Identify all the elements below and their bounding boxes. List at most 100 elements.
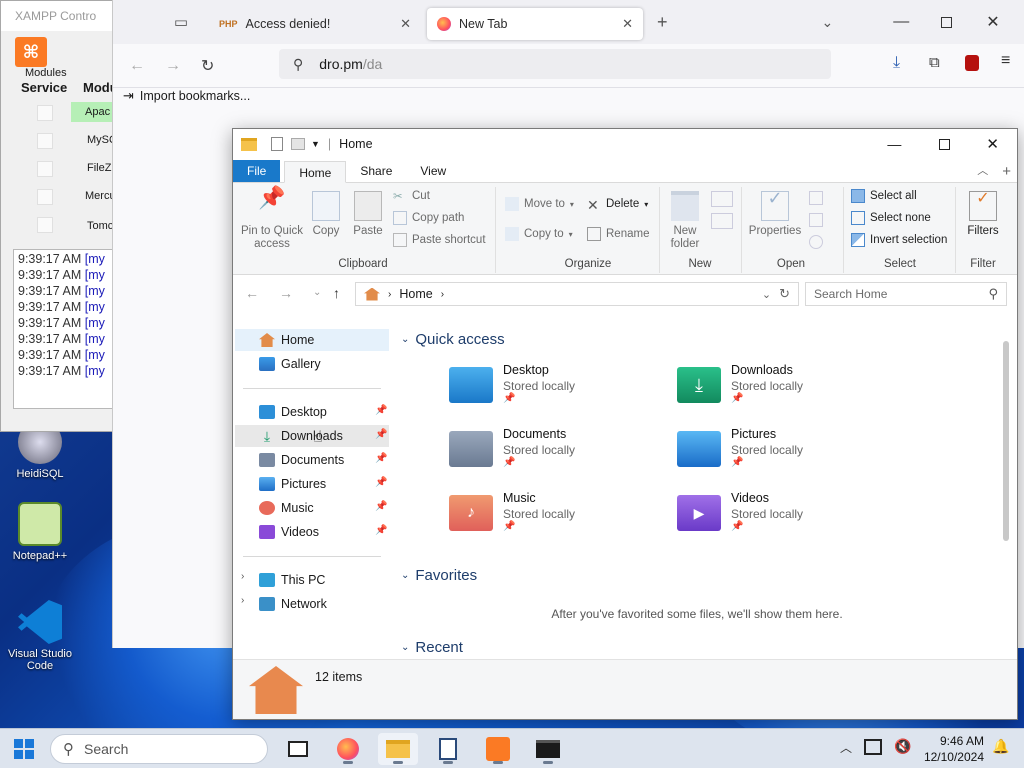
tab-file[interactable]: File (233, 160, 281, 182)
copy-button[interactable]: Copy (309, 191, 343, 238)
nav-item-pictures[interactable]: Pictures (259, 473, 326, 495)
reload-icon[interactable]: ↻ (201, 56, 214, 76)
section-quick-access[interactable]: ⌄ Quick access (401, 331, 505, 348)
url-bar[interactable]: ⚲ dro.pm/da (279, 49, 831, 79)
clock[interactable]: 9:46 AM 12/10/2024 (924, 733, 984, 765)
menu-icon[interactable]: ≡ (1001, 52, 1010, 70)
paste-button[interactable]: Paste (351, 191, 385, 238)
copy-path-button[interactable]: Copy path (393, 211, 464, 225)
properties-button[interactable]: ✓ Properties (747, 189, 803, 238)
expand-chevron-icon[interactable]: › (241, 595, 244, 606)
up-icon[interactable]: ↑ (333, 285, 340, 301)
nav-item-downloads[interactable]: ⤓ Downloads (259, 425, 343, 447)
properties-qat-icon[interactable] (271, 137, 283, 151)
select-none-button[interactable]: Select none (851, 211, 931, 225)
taskbar-terminal[interactable] (528, 733, 568, 765)
taskbar-xampp[interactable] (478, 733, 518, 765)
help-plus-icon[interactable]: + (1002, 163, 1011, 180)
back-icon[interactable]: ← (245, 285, 259, 301)
back-icon[interactable]: ← (129, 57, 145, 75)
delete-button[interactable]: ✕ Delete ▾ (587, 197, 648, 213)
tab-view[interactable]: View (406, 160, 460, 182)
paste-shortcut-button[interactable]: Paste shortcut (393, 233, 486, 247)
qa-item-pictures[interactable]: Pictures Stored locally 📌 (677, 427, 877, 468)
tab-share[interactable]: Share (346, 160, 406, 182)
notification-bell-icon[interactable]: 🔔 (992, 738, 1009, 755)
minimize-icon[interactable]: — (887, 136, 901, 152)
maximize-icon[interactable] (939, 138, 951, 150)
taskbar-file-explorer[interactable] (378, 733, 418, 765)
address-dropdown-icon[interactable]: ⌄ (762, 288, 771, 301)
cut-button[interactable]: ✂ Cut (393, 189, 430, 203)
filters-button[interactable]: ✓ Filters (963, 191, 1003, 238)
breadcrumb-home[interactable]: Home (399, 287, 432, 301)
desktop-icon-notepadpp[interactable]: Notepad++ (0, 502, 80, 562)
new-folder-qat-icon[interactable] (291, 138, 305, 150)
nav-item-desktop[interactable]: Desktop (259, 401, 327, 423)
qat-dropdown-icon[interactable]: ▼ (311, 139, 320, 149)
qa-item-downloads[interactable]: ⤓ Downloads Stored locally 📌 (677, 363, 877, 404)
network-status-icon[interactable] (864, 739, 882, 755)
search-box[interactable]: Search Home ⚲ (805, 282, 1007, 306)
refresh-icon[interactable]: ↻ (779, 286, 790, 302)
nav-item-this-pc[interactable]: This PC (259, 569, 325, 591)
start-button[interactable] (14, 739, 34, 759)
nav-item-network[interactable]: Network (259, 593, 327, 615)
taskbar-search[interactable]: ⚲ Search (50, 734, 268, 764)
qa-item-desktop[interactable]: Desktop Stored locally 📌 (449, 363, 649, 404)
service-checkbox[interactable] (37, 189, 53, 205)
close-icon[interactable]: ✕ (400, 16, 411, 32)
forward-icon[interactable]: → (279, 285, 293, 301)
qa-item-music[interactable]: ♪ Music Stored locally 📌 (449, 491, 649, 532)
select-all-button[interactable]: Select all (851, 189, 917, 203)
copy-to-button[interactable]: Copy to ▾ (505, 227, 573, 241)
service-checkbox[interactable] (37, 105, 53, 121)
tab-home[interactable]: Home (284, 161, 347, 183)
tab-new-tab[interactable]: New Tab ✕ (427, 8, 643, 40)
invert-selection-button[interactable]: Invert selection (851, 233, 947, 247)
forward-icon[interactable]: → (165, 57, 181, 75)
close-window-icon[interactable]: ✕ (986, 135, 999, 153)
ublock-icon[interactable] (965, 55, 979, 71)
nav-item-videos[interactable]: Videos (259, 521, 319, 543)
bookmarks-toolbar[interactable]: ⇥ Import bookmarks... (123, 88, 250, 104)
downloads-icon[interactable]: ⤓ (893, 54, 900, 72)
pin-quick-access-button[interactable]: 📌 Pin to Quick access (239, 187, 305, 251)
maximize-icon[interactable] (941, 16, 953, 28)
nav-item-music[interactable]: Music (259, 497, 314, 519)
nav-item-home[interactable]: Home (259, 329, 314, 351)
new-tab-icon[interactable]: + (657, 12, 668, 33)
move-to-button[interactable]: Move to ▾ (505, 197, 574, 211)
tab-overflow-chevron-icon[interactable]: ⌄ (822, 14, 834, 31)
edit-icon[interactable] (809, 213, 823, 227)
task-view-button[interactable] (278, 733, 318, 765)
close-window-icon[interactable]: ✕ (986, 12, 999, 32)
close-icon[interactable]: ✕ (622, 16, 633, 32)
collapse-ribbon-chevron-icon[interactable]: ︿ (977, 162, 988, 178)
qa-item-videos[interactable]: ▶ Videos Stored locally 📌 (677, 491, 877, 532)
nav-item-documents[interactable]: Documents (259, 449, 344, 471)
scrollbar-thumb[interactable] (1003, 341, 1009, 541)
expand-chevron-icon[interactable]: › (241, 571, 244, 582)
volume-muted-icon[interactable]: 🔇 (894, 738, 911, 755)
tray-chevron-icon[interactable]: ︿ (840, 739, 852, 756)
new-item-icon[interactable] (711, 191, 733, 207)
recent-locations-chevron-icon[interactable]: ⌄ (313, 287, 321, 298)
service-checkbox[interactable] (37, 161, 53, 177)
desktop-icon-vscode[interactable]: Visual Studio Code (0, 600, 80, 672)
rename-button[interactable]: Rename (587, 227, 649, 241)
easy-access-icon[interactable] (711, 213, 733, 229)
section-recent[interactable]: ⌄ Recent (401, 639, 463, 656)
section-favorites[interactable]: ⌄ Favorites (401, 567, 477, 584)
xampp-log[interactable]: 9:39:17 AM [my 9:39:17 AM [my 9:39:17 AM… (13, 249, 123, 409)
nav-item-gallery[interactable]: Gallery (259, 353, 321, 375)
service-checkbox[interactable] (37, 217, 53, 233)
address-bar[interactable]: › Home › ⌄ ↻ (355, 282, 799, 306)
tab-list-icon[interactable]: ▭ (161, 13, 201, 31)
service-checkbox[interactable] (37, 133, 53, 149)
qa-item-documents[interactable]: Documents Stored locally 📌 (449, 427, 649, 468)
extensions-icon[interactable]: ⧉ (929, 54, 940, 71)
new-folder-button[interactable]: New folder (665, 191, 705, 251)
history-icon[interactable] (809, 235, 823, 249)
minimize-icon[interactable]: — (893, 13, 909, 31)
